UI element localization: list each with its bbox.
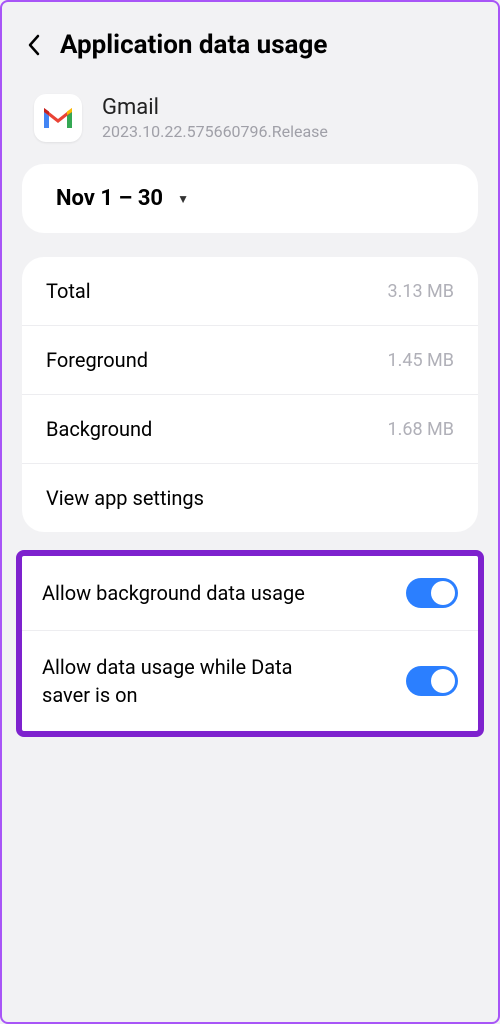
usage-stats-card: Total 3.13 MB Foreground 1.45 MB Backgro… [22,257,478,532]
gmail-icon [34,94,82,142]
back-icon[interactable] [26,33,42,57]
toggle-label: Allow background data usage [42,579,305,607]
page-title: Application data usage [60,30,327,60]
toggles-card: Allow background data usage Allow data u… [16,550,484,737]
stat-value: 1.45 MB [388,350,455,371]
stat-row-foreground: Foreground 1.45 MB [22,326,478,395]
app-details: Gmail 2023.10.22.575660796.Release [102,95,328,141]
toggle-row-data-saver: Allow data usage while Data saver is on [22,631,478,731]
stat-value: 1.68 MB [388,419,455,440]
stat-row-background: Background 1.68 MB [22,395,478,464]
toggle-label: Allow data usage while Data saver is on [42,653,342,709]
toggle-switch-background-data[interactable] [406,578,458,608]
stat-row-total: Total 3.13 MB [22,257,478,326]
page-header: Application data usage [2,2,498,80]
stat-value: 3.13 MB [388,281,455,302]
stat-label: Foreground [46,348,148,372]
app-version: 2023.10.22.575660796.Release [102,122,328,141]
date-period-label: Nov 1 – 30 [56,186,163,211]
view-app-settings[interactable]: View app settings [22,464,478,532]
app-info: Gmail 2023.10.22.575660796.Release [2,80,498,164]
toggle-switch-data-saver[interactable] [406,666,458,696]
stat-label: Background [46,417,152,441]
switch-knob [431,581,455,605]
view-settings-label: View app settings [46,486,204,510]
switch-knob [431,669,455,693]
date-period-selector[interactable]: Nov 1 – 30 ▼ [22,164,478,233]
stat-label: Total [46,279,91,303]
toggle-row-background-data: Allow background data usage [22,556,478,631]
app-name: Gmail [102,95,328,120]
chevron-down-icon: ▼ [177,192,189,206]
